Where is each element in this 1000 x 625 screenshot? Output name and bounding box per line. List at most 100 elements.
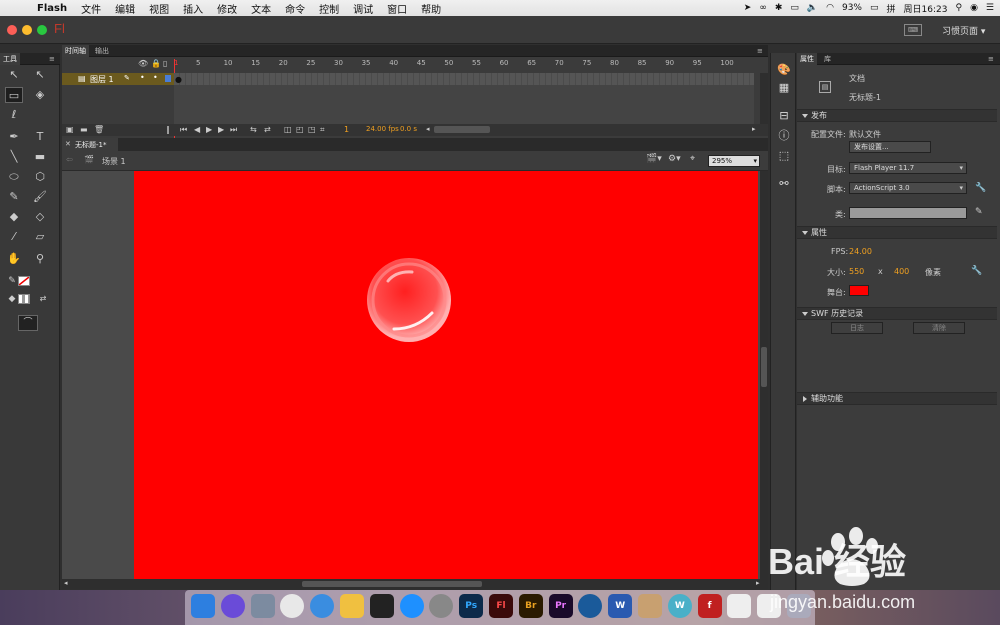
stage[interactable]	[134, 171, 758, 579]
zoom-dropdown[interactable]: 295% ▾	[708, 155, 760, 167]
menubar-clock[interactable]: 周日16:23	[904, 2, 948, 15]
align-icon[interactable]: ⊟	[777, 109, 791, 123]
document-tab-title[interactable]: 无标题-1*	[75, 140, 106, 150]
document-icon[interactable]	[727, 594, 752, 618]
menu-control[interactable]: 控制	[312, 1, 346, 16]
wifi-icon[interactable]: ◠	[826, 3, 834, 13]
timeline-menu-icon[interactable]: ≡	[754, 45, 766, 57]
edit-symbol-icon[interactable]: ⚙▾	[668, 154, 681, 164]
workspace-dropdown[interactable]: 习惯页面 ▾	[942, 24, 985, 37]
hscroll-right-icon[interactable]: ▸	[756, 579, 760, 587]
bluetooth-icon[interactable]: ✱	[775, 3, 783, 13]
goto-first-frame-icon[interactable]: ⏮	[180, 125, 187, 135]
notification-center-icon[interactable]: ☰	[986, 3, 994, 13]
system-preferences-icon[interactable]	[429, 594, 454, 618]
appstore-icon[interactable]	[399, 594, 424, 618]
workspace-switch-icon[interactable]: ⌨	[904, 24, 922, 36]
document-tab[interactable]: ✕ 无标题-1*	[62, 138, 118, 151]
menu-debug[interactable]: 调试	[346, 1, 380, 16]
properties-tab[interactable]: 属性	[797, 53, 817, 65]
outline-icon[interactable]: ▯	[163, 59, 167, 68]
swatches-icon[interactable]: ▦	[777, 81, 791, 95]
script-dropdown[interactable]: ActionScript 3.0	[849, 182, 967, 194]
onion-skin-icon[interactable]: ◫	[284, 125, 292, 134]
eye-icon[interactable]: 👁	[138, 59, 148, 68]
rectangle-tool-icon[interactable]: ▬	[31, 149, 49, 165]
minimize-window-button[interactable]	[22, 25, 32, 35]
swap-colors-icon[interactable]: ⇄	[34, 291, 52, 307]
frames-area[interactable]: ●	[174, 73, 754, 124]
word-icon[interactable]: W	[608, 594, 633, 618]
stage-hscroll[interactable]: ◂ ▸	[62, 579, 768, 589]
wrench-icon[interactable]: 🔧	[975, 183, 986, 193]
photoshop-icon[interactable]: Ps	[459, 594, 484, 618]
layer-outline-color[interactable]	[165, 75, 171, 82]
premiere-icon[interactable]: Pr	[548, 594, 573, 618]
stage-vscroll[interactable]	[760, 171, 768, 579]
center-stage-icon[interactable]: ⌖	[690, 154, 695, 164]
tools-menu-icon[interactable]: ≡	[46, 53, 58, 65]
bridge-icon[interactable]: Br	[518, 594, 543, 618]
eraser-tool-icon[interactable]: ▱	[31, 229, 49, 245]
send-icon[interactable]: ➤	[744, 3, 752, 13]
menu-insert[interactable]: 插入	[176, 1, 210, 16]
layer-row[interactable]: ▤ 图层 1 ✎ • •	[62, 73, 174, 85]
paint-bucket-tool-icon[interactable]: ◆	[5, 209, 23, 225]
transform-icon[interactable]: ⬚	[777, 149, 791, 163]
spotlight-icon[interactable]: ⚲	[955, 3, 962, 13]
wunderlist-icon[interactable]: W	[667, 594, 692, 618]
hscroll-left-icon[interactable]: ◂	[64, 579, 68, 587]
stage-hscroll-thumb[interactable]	[302, 581, 482, 587]
clear-button[interactable]: 清除	[913, 322, 965, 334]
menu-modify[interactable]: 修改	[210, 1, 244, 16]
flash-player-icon[interactable]: f	[697, 594, 722, 618]
edit-scene-icon[interactable]: 🎬▾	[646, 154, 662, 164]
lock-icon[interactable]: 🔒	[151, 59, 161, 68]
library-tab[interactable]: 库	[821, 53, 834, 65]
step-back-icon[interactable]: ◀	[194, 125, 200, 134]
publish-settings-button[interactable]: 发布设置...	[849, 141, 931, 153]
ink-bottle-tool-icon[interactable]: ◇	[31, 209, 49, 225]
flash-icon[interactable]: Fl	[489, 594, 513, 618]
polystar-tool-icon[interactable]: ⬡	[31, 169, 49, 185]
siri-icon[interactable]	[220, 594, 245, 618]
pen-tool-icon[interactable]: ✒	[5, 129, 23, 145]
log-button[interactable]: 日志	[831, 322, 883, 334]
3d-rotation-tool-icon[interactable]: ◈	[31, 87, 49, 103]
delete-layer-icon[interactable]: 🗑	[94, 125, 104, 134]
size-settings-icon[interactable]: 🔧	[971, 266, 982, 276]
publish-section-header[interactable]: 发布	[797, 109, 997, 122]
chrome-icon[interactable]	[280, 594, 305, 618]
goto-last-frame-icon[interactable]: ⏭	[230, 125, 237, 135]
volume-icon[interactable]: 🔈	[807, 3, 818, 13]
class-input[interactable]	[849, 207, 967, 219]
components-icon[interactable]: ⚯	[777, 177, 791, 191]
lock-dot[interactable]: •	[153, 73, 158, 82]
step-forward-icon[interactable]: ▶	[218, 125, 224, 134]
subselection-tool-icon[interactable]: ↖	[31, 67, 49, 83]
lasso-tool-icon[interactable]: ℓ	[5, 107, 23, 123]
timeline-vscroll[interactable]	[760, 73, 768, 124]
layer-name[interactable]: 图层 1	[90, 74, 114, 85]
tools-tab[interactable]: 工具	[0, 53, 20, 65]
close-tab-icon[interactable]: ✕	[65, 140, 71, 148]
pause-icon[interactable]: ‖	[166, 125, 170, 134]
onion-outline-icon[interactable]: ◰	[296, 125, 304, 134]
scroll-right-icon[interactable]: ▸	[752, 125, 756, 133]
finder-icon[interactable]	[191, 594, 215, 618]
zoom-window-button[interactable]	[37, 25, 47, 35]
eyedropper-tool-icon[interactable]: ⁄	[5, 229, 23, 245]
new-layer-icon[interactable]: ▣	[66, 125, 74, 134]
edit-class-icon[interactable]: ✎	[975, 207, 983, 217]
creative-cloud-icon[interactable]: ∞	[759, 3, 767, 13]
timeline-hscroll-thumb[interactable]	[434, 126, 490, 133]
safari-icon[interactable]	[310, 594, 335, 618]
visible-dot[interactable]: •	[140, 73, 145, 82]
menu-help[interactable]: 帮助	[414, 1, 448, 16]
zoom-tool-icon[interactable]: ⚲	[31, 251, 49, 267]
snap-to-objects-icon[interactable]: ⌒	[18, 315, 38, 331]
menu-view[interactable]: 视图	[142, 1, 176, 16]
timeline-tab[interactable]: 时间轴	[62, 45, 89, 57]
qq-icon[interactable]	[369, 594, 394, 618]
menu-window[interactable]: 窗口	[380, 1, 414, 16]
